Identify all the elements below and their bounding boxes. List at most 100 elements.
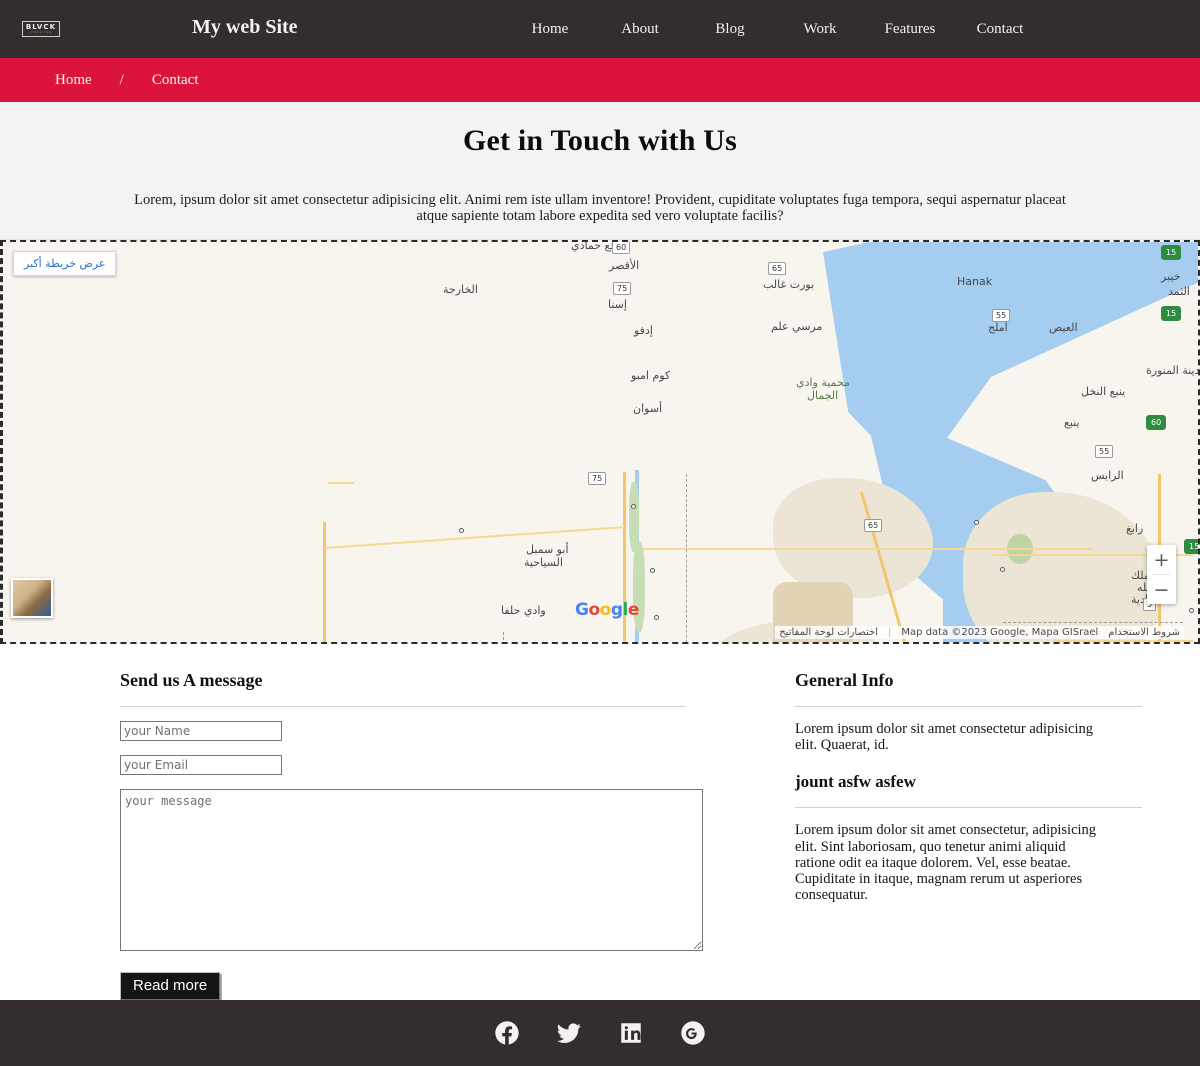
breadcrumb: Home / Contact [0,58,1200,102]
site-footer [0,1000,1200,1066]
western-border-dashed [503,632,504,642]
road-shield: 15 [1184,539,1198,554]
googleplus-icon[interactable] [678,1018,708,1048]
road-shield: 55 [992,309,1011,322]
city-dot-edfu [650,568,655,573]
map-label: الثمد [1168,285,1190,298]
map-label: إسنا [608,298,627,311]
top-navigation-bar: BLVCK original style My web Site Home Ab… [0,0,1200,58]
form-heading: Send us A message [120,670,263,690]
road-shield: 60 [612,242,631,254]
google-logo: Google [575,600,639,620]
map-label: رابغ [1126,522,1144,535]
city-dot-umluj [1000,567,1005,572]
google-letter-o2: o [599,600,612,620]
google-map-embed[interactable]: نجع حمادي الأقصر الخارجة إسنا إدفو كوم امبو أس… [0,240,1200,644]
map-label: الجمال [807,389,839,402]
nav-item-contact[interactable]: Contact [955,21,1045,38]
nav-item-about[interactable]: About [595,21,685,38]
keyboard-shortcuts-link[interactable]: اختصارات لوحة المفاتيح [779,627,878,638]
road-yanbu-medina [1053,640,1193,642]
map-label: مرسي علم [771,320,823,333]
road-shield: 65 [864,519,883,532]
google-letter-g2: g [610,600,623,620]
map-label: أسوان [633,402,663,415]
map-label: الأقصر [609,259,640,272]
city-dot-medina [1189,608,1194,613]
zoom-out-button[interactable]: − [1147,575,1176,604]
map-attribution: اختصارات لوحة المفاتيح | Map data ©2023 … [775,626,1184,639]
page-title: Get in Touch with Us [462,124,738,157]
brand-title: My web Site [192,16,298,38]
twitter-icon[interactable] [554,1018,584,1048]
map-zoom-controls[interactable]: + − [1147,545,1176,604]
general-info-column: General Info Lorem ipsum dolor sit amet … [700,670,1142,1000]
name-input[interactable] [120,721,282,741]
terms-of-use-link[interactable]: شروط الاستخدام [1108,627,1180,638]
road-shield: 60 [1146,415,1167,430]
egypt-sudan-border-dashed [686,474,687,642]
map-label: محمية وادي [796,376,850,389]
hero-section: Get in Touch with Us Lorem, ipsum dolor … [0,102,1200,240]
road-kharga-link [324,526,625,549]
map-label: العيص [1049,321,1078,334]
city-dot-luxor [631,504,636,509]
map-label: وادي حلفا [501,604,546,617]
road-west-desert [323,522,326,642]
map-label: الخارجة [443,283,478,296]
google-letter-o1: o [588,600,600,620]
map-label: ينبع [1064,416,1080,429]
sidebar-paragraph-1: Lorem ipsum dolor sit amet consectetur a… [795,721,1093,754]
logo-subtext: original style [30,30,52,34]
road-shield: 15 [1161,245,1182,260]
sidebar-subheading-divider [795,807,1142,809]
map-label: إدفو [634,324,653,337]
satellite-view-toggle[interactable] [11,578,53,618]
linkedin-icon[interactable] [616,1018,646,1048]
zoom-in-button[interactable]: + [1147,545,1176,574]
message-textarea[interactable] [120,789,703,951]
sidebar-heading-divider [795,706,1142,707]
road-marsa-alam-link [643,548,1093,550]
google-letter-g: G [575,600,589,620]
road-shield: 55 [1095,445,1114,458]
sidebar-subheading: jount asfw asfew [795,772,916,792]
submit-button[interactable]: Read more [120,972,221,1000]
map-label: المدينة المنورة [1146,364,1200,377]
road-shield: 15 [1161,306,1182,321]
road-shield: 65 [768,262,787,275]
contact-form-column: Send us A message Read more [0,670,703,1000]
email-input[interactable] [120,755,282,775]
map-label: ينبع النخل [1081,385,1126,398]
city-dot-komombo [654,615,659,620]
google-letter-e: e [627,600,640,620]
breadcrumb-home[interactable]: Home [55,72,92,89]
road-shield: 75 [613,282,632,295]
city-dot-hanak [974,520,979,525]
breadcrumb-separator: / [119,71,124,88]
map-label: خيبر [1161,270,1181,283]
main-navigation: Home About Blog Work Features Contact [505,0,1045,58]
nav-item-work[interactable]: Work [775,21,865,38]
road-kharga-link-2 [328,482,354,484]
map-canvas[interactable]: نجع حمادي الأقصر الخارجة إسنا إدفو كوم امبو أس… [3,242,1198,642]
site-logo[interactable]: BLVCK original style [22,21,60,37]
map-label: أبو سمبل [526,543,569,556]
ksa-internal-border [1003,622,1183,623]
nav-item-blog[interactable]: Blog [685,21,775,38]
road-shield: 75 [588,472,607,485]
nav-item-home[interactable]: Home [505,21,595,38]
facebook-icon[interactable] [492,1018,522,1048]
content-area: Send us A message Read more General Info… [0,644,1200,1000]
map-label: كوم امبو [631,369,671,382]
sidebar-heading: General Info [795,670,894,690]
map-label: أملج [988,321,1008,334]
map-label: Hanak [957,275,993,288]
breadcrumb-current[interactable]: Contact [152,72,199,89]
form-heading-divider [120,706,685,707]
map-data-credit: Map data ©2023 Google, Mapa GISrael [901,627,1099,638]
view-larger-map-button[interactable]: عرض خريطة أكبر [13,251,117,276]
sidebar-paragraph-2: Lorem ipsum dolor sit amet consectetur, … [795,822,1097,904]
nav-item-features[interactable]: Features [865,21,955,38]
logo-text: BLVCK [25,22,57,31]
